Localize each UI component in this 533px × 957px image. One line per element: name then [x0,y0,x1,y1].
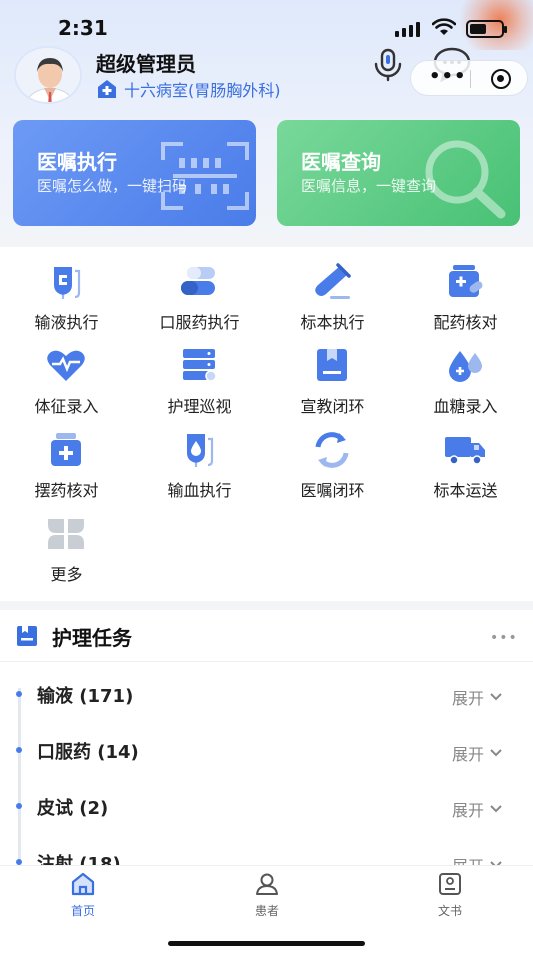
order-execution-title: 医嘱执行 [37,150,117,174]
grid-item-blood-glucose[interactable]: 血糖录入 [399,331,532,416]
signal-icon [395,22,420,37]
mini-program-capsule: ••• [410,60,528,96]
nursing-tasks-title: 护理任务 [52,626,132,650]
status-time: 2:31 [58,16,108,40]
nursing-tasks-panel: 护理任务 ••• 输液 (171) 展开 口服药 (14) 展开 皮试 (2) … [0,610,533,865]
avatar[interactable] [14,46,82,104]
task-row[interactable]: 输液 (171) 展开 [0,670,533,726]
menu-dots-icon[interactable]: ••• [429,68,467,86]
battery-icon [466,20,507,38]
grid-label: 宣教闭环 [300,397,365,416]
home-icon [71,872,95,896]
grid-item-dispense-check[interactable]: 配药核对 [399,247,532,332]
microphone-icon[interactable] [372,48,404,82]
home-indicator [168,941,365,946]
blood-bag-icon [187,434,214,467]
grid-item-specimen-transport[interactable]: 标本运送 [399,415,532,500]
expand-button[interactable]: 展开 [452,685,502,709]
grid-item-medicine-check[interactable]: 摆药核对 [0,415,133,500]
task-row[interactable]: 注射 (18) 展开 [0,838,533,865]
expand-button[interactable]: 展开 [452,741,502,765]
grid-label: 医嘱闭环 [300,481,365,500]
book-icon [317,349,347,381]
grid-label: 护理巡视 [167,397,232,416]
document-icon [439,873,461,895]
test-tube-icon [315,263,351,299]
grid-item-infusion[interactable]: 输液执行 [0,247,133,332]
chevron-down-icon [490,805,502,813]
order-query-subtitle: 医嘱信息，一键查询 [301,177,437,195]
server-search-icon [183,349,217,382]
ward-label: 十六病室(胃肠胸外科) [124,81,281,100]
user-name: 超级管理员 [96,52,196,76]
user-icon [256,873,278,895]
task-row[interactable]: 皮试 (2) 展开 [0,782,533,838]
grid-item-order-loop[interactable]: 医嘱闭环 [266,415,399,500]
expand-button[interactable]: 展开 [452,853,502,865]
pill-icon [181,267,215,295]
grid-label: 标本运送 [433,481,498,500]
grid-item-more[interactable]: 更多 [0,499,133,584]
more-grid-icon [48,519,84,549]
medicine-bottle-icon [51,433,81,466]
close-target-icon[interactable] [491,69,511,89]
grid-label: 血糖录入 [433,397,498,416]
ward-selector[interactable]: 十六病室(胃肠胸外科) [96,77,281,101]
task-name: 注射 (18) [37,854,121,865]
order-query-title: 医嘱查询 [301,150,381,174]
wifi-icon [432,18,456,35]
grid-label: 配药核对 [433,313,498,332]
order-execution-subtitle: 医嘱怎么做，一键扫码 [37,177,188,195]
chevron-down-icon [490,749,502,757]
tab-home[interactable]: 首页 [23,872,143,919]
task-name: 皮试 (2) [37,798,109,819]
tab-documents[interactable]: 文书 [390,872,510,919]
grid-item-vital-signs[interactable]: 体征录入 [0,331,133,416]
blood-drop-icon [449,351,482,382]
tab-label: 首页 [70,904,95,918]
grid-item-nursing-round[interactable]: 护理巡视 [133,331,266,416]
task-row[interactable]: 口服药 (14) 展开 [0,726,533,782]
task-name: 输液 (171) [37,686,134,707]
grid-label: 摆药核对 [34,481,99,500]
tab-label: 患者 [254,904,279,918]
task-list-icon [17,626,37,646]
grid-item-specimen[interactable]: 标本执行 [266,247,399,332]
chevron-down-icon [490,693,502,701]
medicine-box-icon [449,265,483,297]
nursing-tasks-header: 护理任务 ••• [0,610,533,662]
grid-item-education[interactable]: 宣教闭环 [266,331,399,416]
grid-label: 口服药执行 [159,313,240,332]
truck-icon [445,437,485,465]
grid-item-oral-medicine[interactable]: 口服药执行 [133,247,266,332]
tab-patients[interactable]: 患者 [207,872,327,919]
order-query-card[interactable]: 医嘱查询 医嘱信息，一键查询 [277,120,520,226]
function-grid: 输液执行 口服药执行 标本执行 配药核对 体征录入 护理巡视 宣教闭环 血糖录入… [0,247,533,601]
infusion-icon [54,267,81,299]
grid-label: 输血执行 [167,481,232,500]
more-options-icon[interactable]: ••• [490,630,518,646]
status-bar: 2:31 [0,0,533,50]
grid-label: 体征录入 [34,397,99,416]
grid-item-transfusion[interactable]: 输血执行 [133,415,266,500]
cycle-icon [315,432,349,468]
tab-label: 文书 [437,904,462,918]
task-name: 口服药 (14) [37,742,139,763]
order-execution-card[interactable]: 医嘱执行 医嘱怎么做，一键扫码 [13,120,256,226]
grid-label: 更多 [50,565,83,584]
expand-button[interactable]: 展开 [452,797,502,821]
grid-label: 标本执行 [300,313,365,332]
heart-pulse-icon [47,350,85,381]
grid-label: 输液执行 [34,313,99,332]
hospital-icon [98,80,116,98]
